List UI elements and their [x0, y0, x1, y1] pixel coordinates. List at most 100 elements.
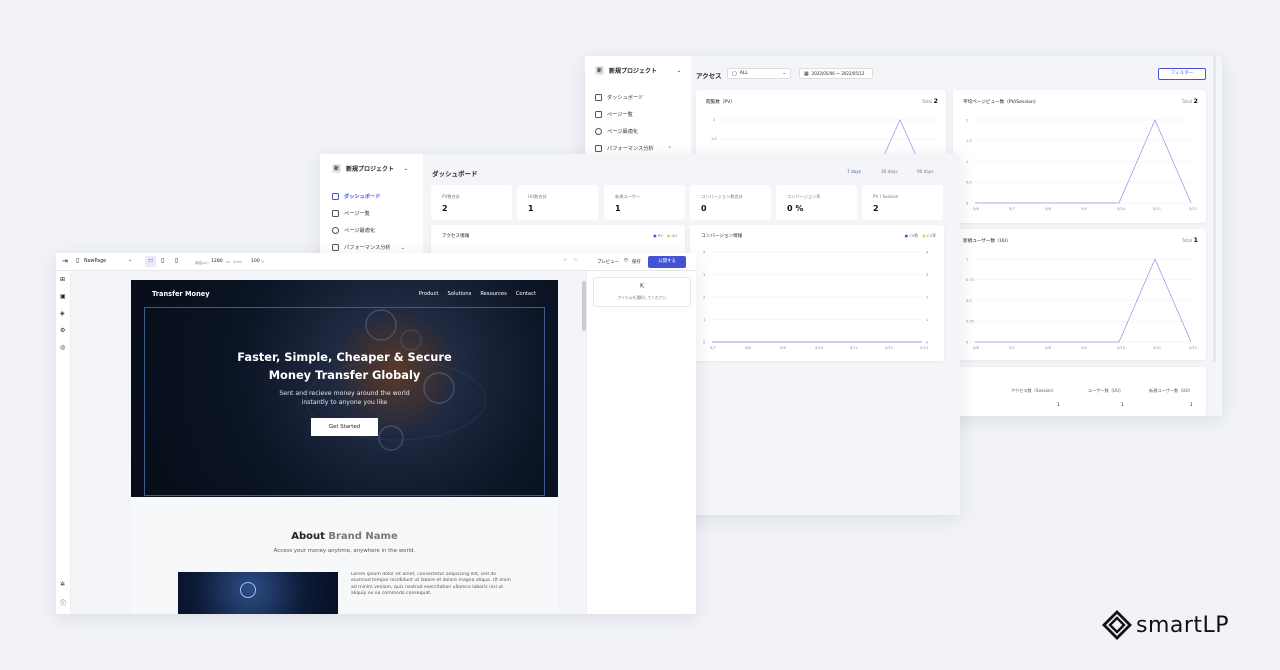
project-switcher[interactable]: 新 新規プロジェクト ⌄ — [332, 164, 408, 173]
y-tick-label: 0 — [703, 340, 706, 344]
sidebar-item-performance[interactable]: パフォーマンス分析 ⌄ — [332, 244, 405, 251]
cursor-icon: ⇱ — [639, 283, 645, 290]
preview-button[interactable]: プレビュー — [597, 259, 619, 265]
y-tick-label: 1 — [703, 318, 705, 322]
conversion-info-card: コンバージョン情報 ● CV数 ● CV率 0 1 2 3 4 5/7 5/8 5/9 5/10… — [690, 225, 944, 361]
about-text: Lorem ipsum dolor sit amet, consectetur … — [351, 572, 511, 597]
brand-mark-icon — [1102, 610, 1132, 640]
table-header-session: アクセス数（Session） — [1011, 388, 1057, 393]
filter-select[interactable]: ▢ ALL ⌄ — [727, 68, 791, 79]
pages-icon — [332, 210, 339, 217]
publish-button[interactable]: 公開する — [648, 256, 686, 268]
range-7-days[interactable]: 7 days — [847, 169, 861, 174]
legend-dot-uu: ● — [666, 233, 671, 238]
page-canvas: Transfer Money Product Solutions Resourc… — [131, 280, 558, 614]
hero-section[interactable]: Transfer Money Product Solutions Resourc… — [131, 280, 558, 497]
performance-icon — [595, 145, 602, 152]
sidebar-item-label: パフォーマンス分析 — [607, 146, 654, 152]
y-tick-label: 3 — [703, 273, 705, 277]
stat-label: 新規ユーザー — [615, 194, 641, 199]
stat-value: 2 — [442, 204, 448, 213]
range-30-days[interactable]: 30 days — [881, 169, 898, 174]
help-icon[interactable]: ⓘ — [60, 598, 66, 607]
about-section: About Brand Name Access your money anyti… — [131, 497, 558, 614]
chevron-down-icon: ⌄ — [676, 67, 681, 74]
mobile-view-icon[interactable]: ▯ — [175, 257, 178, 264]
scale-unit: % — [261, 260, 265, 264]
hero-title: Faster, Simple, Cheaper & Secure Money T… — [237, 350, 452, 382]
sidebar-item-optimize[interactable]: ページ最適化 — [595, 128, 638, 135]
y-tick-label: 0.5 — [966, 181, 972, 185]
project-name: 新規プロジェクト — [609, 68, 658, 75]
x-tick-label: 5/11 — [1153, 207, 1161, 211]
summary-table: アクセス数（Session） ユーザー数（UU） 新規ユーザー数（UU） 1 1… — [953, 367, 1206, 416]
sidebar-item-label: ページ最適化 — [607, 129, 639, 135]
range-90-days[interactable]: 90 days — [917, 169, 934, 174]
brand-logo: smartLP — [1102, 610, 1229, 640]
width-value[interactable]: 1280 — [211, 259, 223, 264]
y-tick-label: 0.5 — [966, 299, 972, 303]
nav-product[interactable]: Product — [419, 291, 439, 297]
page-select[interactable]: NewPage — [84, 259, 106, 264]
get-started-button[interactable]: Get Started — [311, 418, 378, 436]
x-tick-label: 5/10 — [815, 346, 824, 350]
coin-icon — [240, 582, 256, 598]
stat-label: コンバージョン数合計 — [701, 194, 743, 199]
layers-icon[interactable]: ◈ — [60, 310, 65, 317]
sidebar-item-label: ページ最適化 — [344, 228, 376, 234]
nav-contact[interactable]: Contact — [516, 291, 536, 297]
x-tick-label: 5/13 — [920, 346, 928, 350]
image-icon[interactable]: ▣ — [60, 293, 66, 300]
sidebar-item-dashboard[interactable]: ダッシュボード — [595, 94, 643, 101]
y-tick-label: 1 — [966, 160, 968, 164]
exit-icon[interactable]: ⇥ — [62, 257, 68, 265]
y-tick-label: 2 — [966, 118, 968, 122]
chevron-down-icon[interactable]: ⌄ — [128, 257, 132, 263]
x-tick-label: 5/12 — [1189, 346, 1197, 350]
date-range-picker[interactable]: ▦ 2022/05/06 〜 2022/05/12 — [799, 68, 873, 79]
undo-icon[interactable]: ↶ — [563, 258, 567, 264]
save-button[interactable]: 保存 — [632, 259, 641, 265]
sidebar-item-label: ダッシュボード — [607, 95, 644, 101]
performance-icon — [332, 244, 339, 251]
x-tick-label: 5/6 — [973, 207, 979, 211]
project-name: 新規プロジェクト — [346, 166, 395, 173]
stat-value: 1 — [615, 204, 621, 213]
settings-icon[interactable]: ⚙ — [60, 327, 65, 334]
filter-button[interactable]: フィルター — [1158, 68, 1206, 80]
stat-card-new-users: 新規ユーザー 1 — [604, 185, 685, 220]
y-tick-label: 0 — [966, 340, 969, 344]
x-tick-label: 5/12 — [885, 346, 893, 350]
redo-icon[interactable]: ↷ — [573, 258, 577, 264]
x-tick-label: 5/6 — [973, 346, 979, 350]
site-logo: Transfer Money — [152, 290, 210, 298]
sidebar-item-pages[interactable]: ページ一覧 — [332, 210, 370, 217]
y2-tick-label: 2 — [926, 295, 928, 299]
site-nav: Product Solutions Resources Contact — [419, 291, 536, 297]
add-element-icon[interactable]: ⊞ — [60, 276, 65, 283]
sidebar-item-performance[interactable]: パフォーマンス分析 ⌃ — [595, 145, 672, 152]
empty-selection-box: ⇱ アイテムを選択してください — [593, 277, 691, 307]
tablet-view-icon[interactable]: ▯ — [161, 257, 164, 264]
scrollbar[interactable] — [1213, 56, 1216, 362]
table-cell: 1 — [1121, 403, 1124, 408]
sidebar-item-label: ページ一覧 — [344, 211, 370, 217]
x-tick-label: 5/9 — [1081, 346, 1087, 350]
sidebar-item-optimize[interactable]: ページ最適化 — [332, 227, 375, 234]
globe-icon[interactable]: ◎ — [60, 344, 65, 351]
x-tick-label: 5/10 — [1117, 346, 1126, 350]
plugin-icon[interactable]: ✲ — [60, 581, 65, 588]
project-switcher[interactable]: 新 新規プロジェクト ⌄ — [595, 66, 681, 75]
sidebar-item-pages[interactable]: ページ一覧 — [595, 111, 633, 118]
sidebar-item-dashboard[interactable]: ダッシュボード — [332, 193, 380, 200]
about-image[interactable] — [178, 572, 338, 614]
nav-resources[interactable]: Resources — [480, 291, 507, 297]
avg-pv-chart: 0 0.5 1 1.5 2 5/6 5/7 5/8 5/9 5/10 5/11 5/12 — [966, 118, 1197, 211]
page-title: ダッシュボード — [432, 170, 478, 178]
desktop-view-icon[interactable]: ▭ — [145, 256, 156, 267]
tool-rail: ⊞ ▣ ◈ ⚙ ◎ ✲ ⓘ — [56, 271, 71, 614]
x-tick-label: 5/8 — [1045, 207, 1051, 211]
nav-solutions[interactable]: Solutions — [447, 291, 471, 297]
scale-value[interactable]: 100 — [251, 259, 260, 264]
stat-value: 0 % — [787, 204, 804, 213]
